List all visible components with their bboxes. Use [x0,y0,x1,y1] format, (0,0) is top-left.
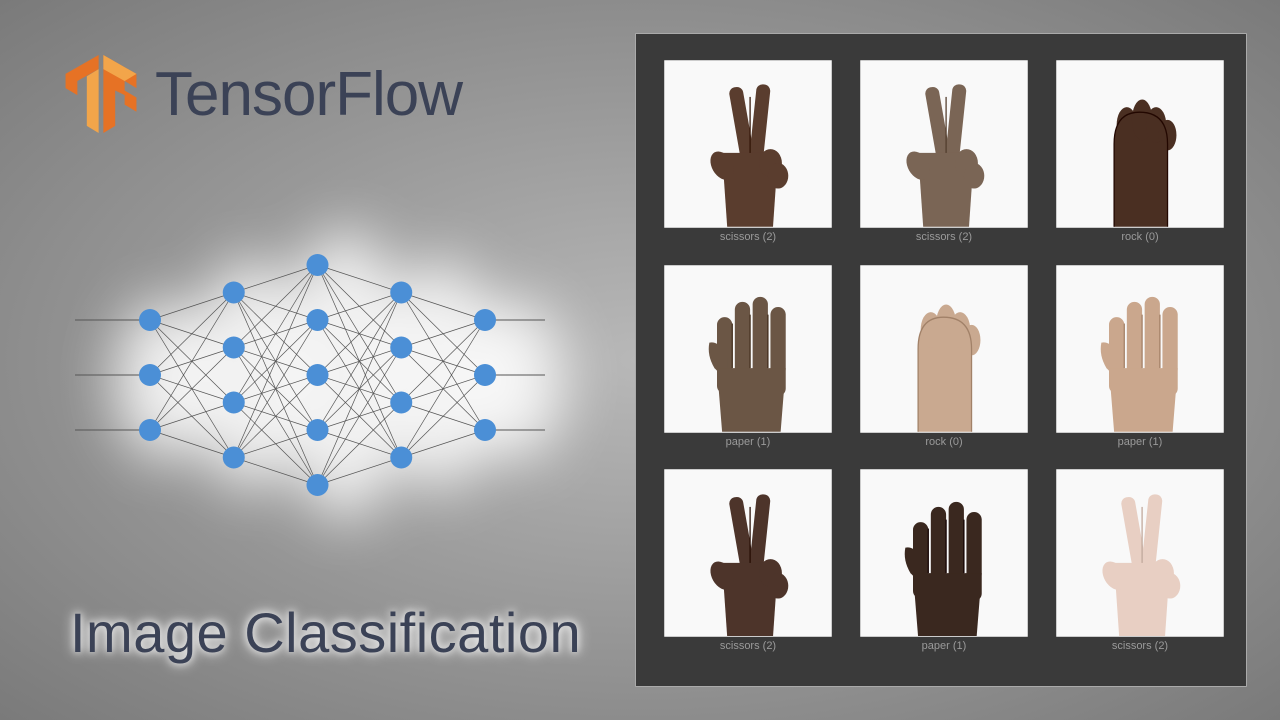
hand-thumbnail [664,60,832,228]
grid-cell: rock (0) [1056,60,1224,251]
thumbnail-caption: paper (1) [1118,436,1163,448]
left-section: TensorFlow Image Classification [0,0,620,720]
grid-cell: scissors (2) [664,60,832,251]
grid-cell: scissors (2) [860,60,1028,251]
grid-cell: rock (0) [860,265,1028,456]
grid-cell: scissors (2) [1056,469,1224,660]
thumbnail-caption: scissors (2) [916,231,972,243]
thumbnail-caption: paper (1) [726,436,771,448]
brand-name: TensorFlow [155,59,462,130]
thumbnail-caption: rock (0) [925,436,962,448]
hand-thumbnail [664,469,832,637]
neural-network-diagram [55,210,565,540]
hand-thumbnail [860,60,1028,228]
hand-thumbnail [664,265,832,433]
grid-cell: scissors (2) [664,469,832,660]
hand-thumbnail [1056,60,1224,228]
grid-cell: paper (1) [664,265,832,456]
thumbnail-caption: rock (0) [1121,231,1158,243]
hand-thumbnail [1056,469,1224,637]
subtitle: Image Classification [70,600,581,665]
hand-thumbnail [860,265,1028,433]
hand-thumbnail [1056,265,1224,433]
nn-svg [55,210,565,540]
tensorflow-logo-icon [65,55,137,133]
thumbnail-caption: scissors (2) [1112,640,1168,652]
hand-thumbnail [860,469,1028,637]
grid-cell: paper (1) [1056,265,1224,456]
thumbnail-caption: scissors (2) [720,640,776,652]
logo-row: TensorFlow [65,55,462,133]
thumbnail-caption: scissors (2) [720,231,776,243]
classification-grid: scissors (2) scissors (2) rock (0) paper… [635,33,1247,687]
thumbnail-caption: paper (1) [922,640,967,652]
grid-cell: paper (1) [860,469,1028,660]
